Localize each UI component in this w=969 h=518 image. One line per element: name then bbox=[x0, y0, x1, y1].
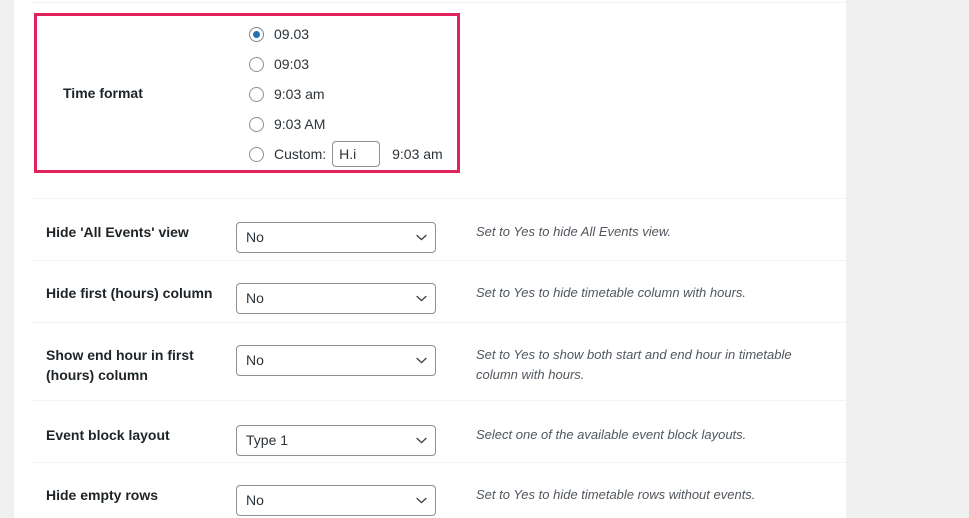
select-value[interactable]: No bbox=[236, 345, 436, 376]
radio-option-1[interactable]: 09:03 bbox=[249, 49, 457, 79]
setting-field: No bbox=[236, 345, 476, 376]
select-value[interactable]: No bbox=[236, 283, 436, 314]
radio-option-2[interactable]: 9:03 am bbox=[249, 79, 457, 109]
select-event-block-layout[interactable]: Type 1 bbox=[236, 425, 436, 456]
radio-option-3-label: 9:03 AM bbox=[274, 116, 326, 132]
radio-unselected-icon[interactable] bbox=[249, 116, 264, 132]
select-value[interactable]: Type 1 bbox=[236, 425, 436, 456]
time-format-label: Time format bbox=[63, 85, 143, 101]
setting-row-hide-empty-rows: Hide empty rows No Set to Yes to hide ti… bbox=[14, 485, 846, 516]
radio-option-2-label: 9:03 am bbox=[274, 86, 325, 102]
left-gutter bbox=[0, 0, 14, 518]
setting-row-hide-first-hours-column: Hide first (hours) column No Set to Yes … bbox=[14, 283, 846, 314]
custom-format-label: Custom: bbox=[274, 146, 327, 162]
row-divider bbox=[32, 322, 846, 323]
select-value[interactable]: No bbox=[236, 485, 436, 516]
setting-field: No bbox=[236, 283, 476, 314]
setting-description: Select one of the available event block … bbox=[476, 427, 747, 442]
select-hide-first-hours-column[interactable]: No bbox=[236, 283, 436, 314]
right-gutter bbox=[846, 0, 969, 518]
setting-description: Set to Yes to hide timetable column with… bbox=[476, 285, 747, 300]
time-format-setting-row: Time format 09.03 09:03 9:03 am 9:03 AM bbox=[34, 13, 460, 173]
row-divider bbox=[32, 260, 846, 261]
setting-label: Hide 'All Events' view bbox=[46, 224, 189, 240]
setting-field: No bbox=[236, 222, 476, 253]
radio-unselected-icon[interactable] bbox=[249, 56, 264, 72]
setting-label: Hide empty rows bbox=[46, 487, 159, 503]
radio-option-3[interactable]: 9:03 AM bbox=[249, 109, 457, 139]
setting-label: Event block layout bbox=[46, 427, 170, 443]
top-divider bbox=[32, 2, 846, 3]
setting-row-hide-all-events: Hide 'All Events' view No Set to Yes to … bbox=[14, 222, 846, 253]
select-hide-all-events[interactable]: No bbox=[236, 222, 436, 253]
custom-time-format-input[interactable] bbox=[332, 141, 381, 167]
row-divider bbox=[32, 198, 846, 199]
select-hide-empty-rows[interactable]: No bbox=[236, 485, 436, 516]
radio-option-0[interactable]: 09.03 bbox=[249, 19, 457, 49]
radio-unselected-icon[interactable] bbox=[249, 86, 264, 102]
radio-unselected-icon[interactable] bbox=[249, 146, 264, 162]
setting-description: Set to Yes to show both start and end ho… bbox=[476, 347, 792, 382]
time-format-radio-group[interactable]: 09.03 09:03 9:03 am 9:03 AM Custom: H.i … bbox=[249, 17, 457, 169]
setting-description: Set to Yes to hide All Events view. bbox=[476, 224, 672, 239]
radio-option-custom[interactable]: Custom: 9:03 am bbox=[249, 139, 457, 169]
radio-option-1-label: 09:03 bbox=[274, 56, 310, 72]
setting-row-event-block-layout: Event block layout Type 1 Select one of … bbox=[14, 425, 846, 456]
setting-field: Type 1 bbox=[236, 425, 476, 456]
radio-option-0-label: 09.03 bbox=[274, 26, 310, 42]
row-divider bbox=[32, 462, 846, 463]
setting-field: No bbox=[236, 485, 476, 516]
settings-panel: Time format 09.03 09:03 9:03 am 9:03 AM bbox=[14, 0, 846, 518]
setting-description: Set to Yes to hide timetable rows withou… bbox=[476, 487, 756, 502]
setting-label: Hide first (hours) column bbox=[46, 285, 213, 301]
settings-screen: Time format 09.03 09:03 9:03 am 9:03 AM bbox=[0, 0, 969, 518]
custom-time-format-preview: 9:03 am bbox=[392, 146, 443, 162]
setting-row-show-end-hour: Show end hour in first (hours) column No… bbox=[14, 345, 846, 386]
row-divider bbox=[32, 400, 846, 401]
radio-selected-icon[interactable] bbox=[249, 26, 264, 42]
select-show-end-hour[interactable]: No bbox=[236, 345, 436, 376]
setting-label: Show end hour in first (hours) column bbox=[46, 347, 194, 384]
select-value[interactable]: No bbox=[236, 222, 436, 253]
